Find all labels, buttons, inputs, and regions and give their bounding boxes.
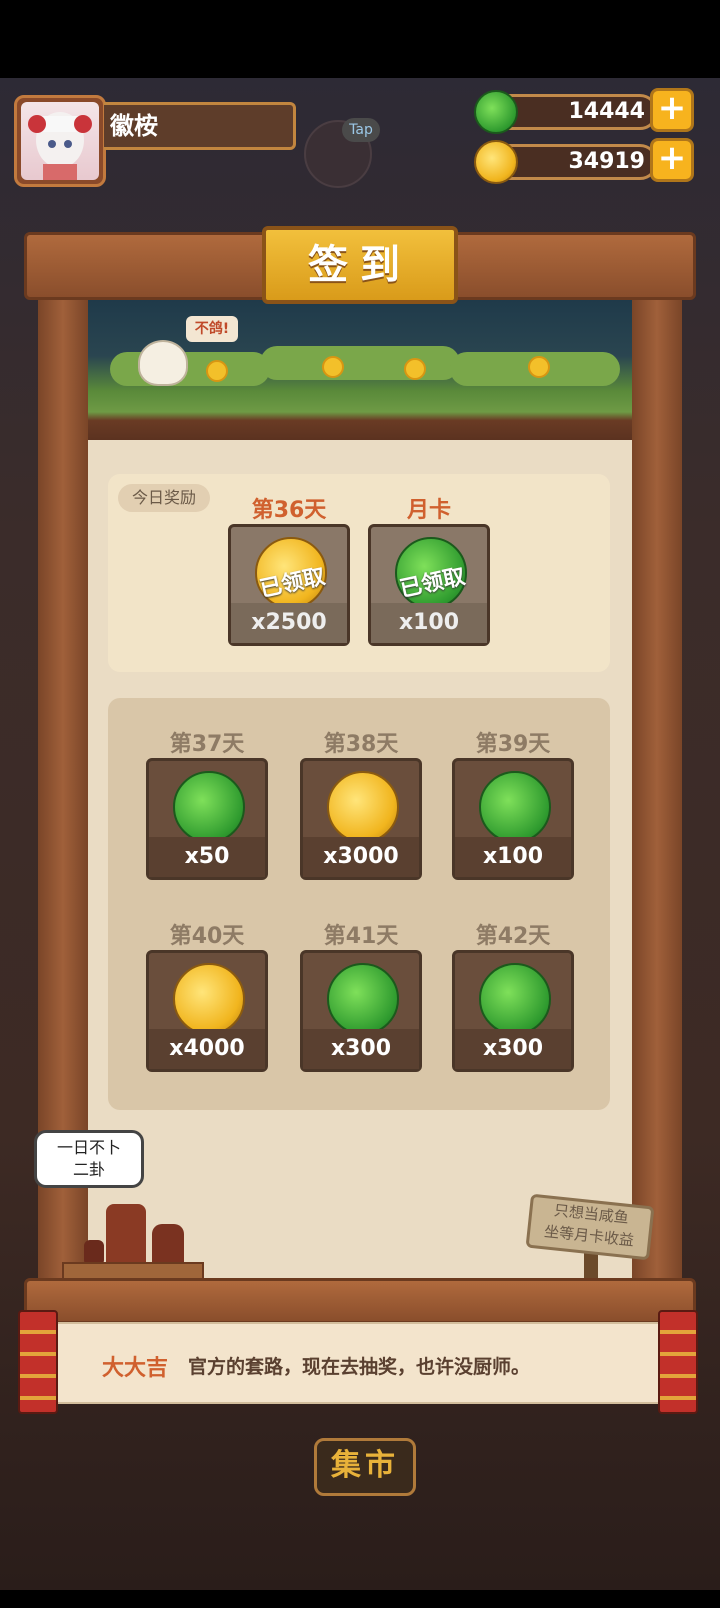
page-title: 签到	[262, 226, 458, 304]
speech-bubble: 一日不卜 二卦	[34, 1130, 144, 1188]
today-rewards-tag: 今日奖励	[118, 484, 210, 512]
coin-icon	[474, 140, 518, 184]
add-coin-button[interactable]: +	[650, 138, 694, 182]
add-jade-button[interactable]: +	[650, 88, 694, 132]
character-portrait-icon	[28, 112, 92, 180]
reward-card[interactable]: x100	[452, 758, 574, 880]
day-label: 第41天	[323, 924, 399, 949]
day-label: 第42天	[475, 924, 551, 949]
bush	[110, 352, 270, 386]
reward-quantity: x4000	[149, 1029, 265, 1069]
reward-quantity: x100	[455, 837, 571, 877]
reward-card[interactable]: x3000	[300, 758, 422, 880]
bush	[260, 346, 460, 380]
reward-quantity: x300	[455, 1029, 571, 1069]
jade-icon	[479, 771, 551, 843]
jade-icon	[479, 963, 551, 1035]
monthly-card-label: 月卡	[406, 498, 451, 523]
tip-text: 官方的套路，现在去抽奖，也许没厨师。	[188, 1356, 531, 1378]
reward-card[interactable]: x4000	[146, 950, 268, 1072]
sign-post	[584, 1252, 598, 1278]
tip-speaker: 大大吉	[102, 1356, 169, 1381]
tip-paper: 大大吉 官方的套路，现在去抽奖，也许没厨师。	[54, 1322, 666, 1404]
day-label: 第39天	[475, 732, 551, 757]
bird-mascot-icon	[138, 340, 188, 386]
coin-icon	[327, 771, 399, 843]
reward-quantity: x3000	[303, 837, 419, 877]
speech-line: 一日不卜	[56, 1138, 121, 1157]
system-nav-bar	[0, 1590, 720, 1608]
flower-icon	[322, 356, 344, 378]
day-label: 第40天	[169, 924, 245, 949]
jade-icon	[327, 963, 399, 1035]
flower-icon	[404, 358, 426, 380]
reward-quantity: x300	[303, 1029, 419, 1069]
reward-quantity: x2500	[231, 603, 347, 643]
scroll-roll-right	[658, 1310, 698, 1414]
vase-icon	[106, 1204, 146, 1266]
day-label: 第38天	[323, 732, 399, 757]
flower-icon	[206, 360, 228, 382]
tip-scroll: 大大吉 官方的套路，现在去抽奖，也许没厨师。	[18, 1310, 702, 1414]
bird-speech-bubble: 不鸽!	[186, 316, 238, 342]
reward-quantity: x50	[149, 837, 265, 877]
jade-icon	[173, 771, 245, 843]
monthly-card-reward: 已领取 x100	[368, 524, 490, 646]
reward-card[interactable]: x300	[300, 950, 422, 1072]
avatar[interactable]	[14, 95, 106, 187]
right-post	[632, 260, 682, 1300]
today-day-label: 第36天	[251, 498, 327, 523]
jar-icon	[152, 1224, 184, 1266]
market-button[interactable]: 集市	[314, 1438, 416, 1496]
today-reward-card: 已领取 x2500	[228, 524, 350, 646]
avatar-portrait	[21, 102, 99, 180]
coin-icon	[173, 963, 245, 1035]
day-label: 第37天	[169, 732, 245, 757]
scroll-roll-left	[18, 1310, 58, 1414]
flower-icon	[528, 356, 550, 378]
tap-label: Tap	[342, 118, 380, 142]
player-name: 徽桉	[104, 102, 296, 150]
speech-line: 二卦	[72, 1160, 105, 1179]
jade-icon	[474, 90, 518, 134]
reward-card[interactable]: x300	[452, 950, 574, 1072]
reward-card[interactable]: x50	[146, 758, 268, 880]
reward-quantity: x100	[371, 603, 487, 643]
